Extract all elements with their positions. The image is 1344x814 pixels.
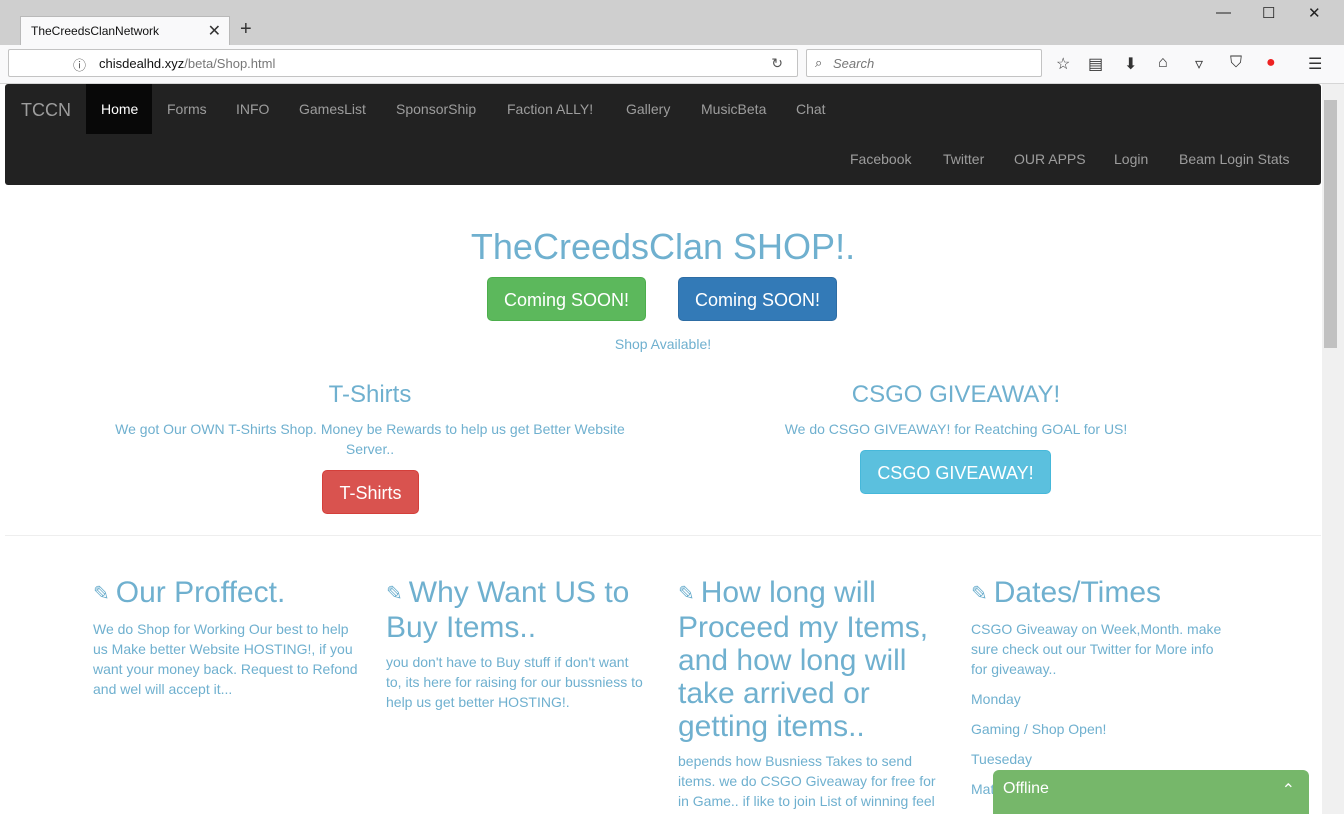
nav-beam-login-stats[interactable]: Beam Login Stats [1179, 151, 1290, 167]
coming-soon-blue-button[interactable]: Coming SOON! [678, 277, 837, 321]
dates-line-gaming: Gaming / Shop Open! [971, 721, 1107, 737]
offline-label: Offline [1003, 780, 1049, 797]
pencil-icon: ✎ [93, 582, 110, 605]
nav-twitter[interactable]: Twitter [943, 151, 984, 167]
csgo-text: We do CSGO GIVEAWAY! for Reatching GOAL … [784, 421, 1128, 437]
feature-title-text: Dates/Times [993, 576, 1162, 609]
window-edge [1339, 84, 1344, 814]
pencil-icon: ✎ [971, 582, 988, 605]
pocket-icon[interactable]: ▿ [1195, 54, 1203, 74]
site-navbar: TCCN Home Forms INFO GamesList SponsorSh… [5, 84, 1321, 185]
new-tab-button[interactable]: + [240, 18, 252, 41]
nav-gameslist[interactable]: GamesList [299, 101, 366, 117]
feature-title-text: Our Proffect. [115, 576, 286, 609]
url-host: chisdealhd.xyz [99, 56, 185, 71]
reload-icon[interactable]: ↻ [771, 55, 783, 72]
feature-title-dates: ✎ Dates/Times [971, 576, 1241, 611]
search-placeholder: Search [833, 56, 875, 71]
reading-list-icon[interactable]: ▤ [1088, 54, 1103, 74]
url-text: chisdealhd.xyz/beta/Shop.html [99, 56, 275, 71]
chevron-up-icon[interactable]: ⌃ [1282, 780, 1295, 800]
home-icon[interactable]: ⌂ [1158, 54, 1168, 72]
nav-facebook[interactable]: Facebook [850, 151, 911, 167]
brand-logo[interactable]: TCCN [21, 100, 71, 121]
nav-faction-ally[interactable]: Faction ALLY! [507, 101, 593, 117]
url-path: /beta/Shop.html [184, 56, 276, 71]
info-icon[interactable]: ⓘ [73, 55, 86, 74]
browser-tab[interactable]: TheCreedsClanNetwork ✕ [20, 16, 230, 45]
csgo-title: CSGO GIVEAWAY! [851, 381, 1061, 408]
page-title: TheCreedsClan SHOP!. [470, 226, 856, 267]
browser-toolbar: ← → ⓘ chisdealhd.xyz/beta/Shop.html ↻ ⌕ … [0, 45, 1344, 84]
nav-gallery[interactable]: Gallery [626, 101, 670, 117]
tshirts-title: T-Shirts [328, 381, 412, 408]
feature-text-why: you don't have to Buy stuff if don't wan… [386, 654, 643, 710]
pencil-icon: ✎ [678, 582, 695, 605]
nav-chat[interactable]: Chat [796, 101, 826, 117]
nav-login[interactable]: Login [1114, 151, 1148, 167]
nav-sponsorship[interactable]: SponsorShip [396, 101, 476, 117]
alert-icon[interactable]: ● [1266, 54, 1276, 72]
tab-close-icon[interactable]: ✕ [208, 21, 221, 41]
offline-chat-widget[interactable]: Offline ⌃ [993, 770, 1309, 814]
tab-title: TheCreedsClanNetwork [31, 24, 160, 38]
ublock-icon[interactable]: ⛉ [1230, 54, 1242, 72]
browser-tabbar: TheCreedsClanNetwork ✕ + — ☐ ✕ [0, 0, 1344, 45]
dates-line-monday: Monday [971, 691, 1021, 707]
search-icon: ⌕ [815, 55, 823, 70]
coming-soon-green-button[interactable]: Coming SOON! [487, 277, 646, 321]
feature-text-dates: CSGO Giveaway on Week,Month. make sure c… [971, 621, 1222, 677]
scrollbar-thumb[interactable] [1324, 100, 1337, 348]
tshirts-button[interactable]: T-Shirts [322, 470, 419, 514]
csgo-giveaway-button[interactable]: CSGO GIVEAWAY! [860, 450, 1051, 494]
nav-musicbeta[interactable]: MusicBeta [701, 101, 766, 117]
shop-available-link[interactable]: Shop Available! [0, 336, 1326, 352]
nav-home[interactable]: Home [101, 101, 138, 117]
nav-our-apps[interactable]: OUR APPS [1014, 151, 1086, 167]
bookmark-star-icon[interactable]: ☆ [1056, 54, 1070, 74]
feature-text-proffect: We do Shop for Working Our best to help … [93, 621, 358, 697]
feature-title-text: Why Want US to Buy Items.. [386, 576, 630, 644]
url-bar[interactable]: ⓘ chisdealhd.xyz/beta/Shop.html ↻ [8, 49, 798, 77]
search-box[interactable]: ⌕ Search [806, 49, 1042, 77]
feature-title-why: ✎ Why Want US to Buy Items.. [386, 576, 656, 644]
minimize-icon[interactable]: — [1216, 4, 1231, 21]
download-icon[interactable]: ⬇ [1124, 54, 1137, 74]
close-window-icon[interactable]: ✕ [1308, 4, 1321, 22]
nav-forms[interactable]: Forms [167, 101, 207, 117]
tshirts-text: We got Our OWN T-Shirts Shop. Money be R… [115, 421, 625, 457]
maximize-icon[interactable]: ☐ [1262, 4, 1275, 22]
feature-title-proffect: ✎ Our Proffect. [93, 576, 363, 611]
feature-title-howlong: ✎ How long will Proceed my Items, and how… [678, 576, 948, 743]
feature-text-howlong: bepends how Busniess Takes to send items… [678, 753, 936, 809]
section-divider [5, 535, 1321, 536]
dates-line-tuesday: Tueseday [971, 751, 1032, 767]
menu-icon[interactable]: ☰ [1308, 54, 1322, 74]
nav-info[interactable]: INFO [236, 101, 269, 117]
feature-title-text: How long will Proceed my Items, and how … [678, 576, 929, 743]
pencil-icon: ✎ [386, 582, 403, 605]
dates-line-mat: Mat [971, 781, 995, 797]
